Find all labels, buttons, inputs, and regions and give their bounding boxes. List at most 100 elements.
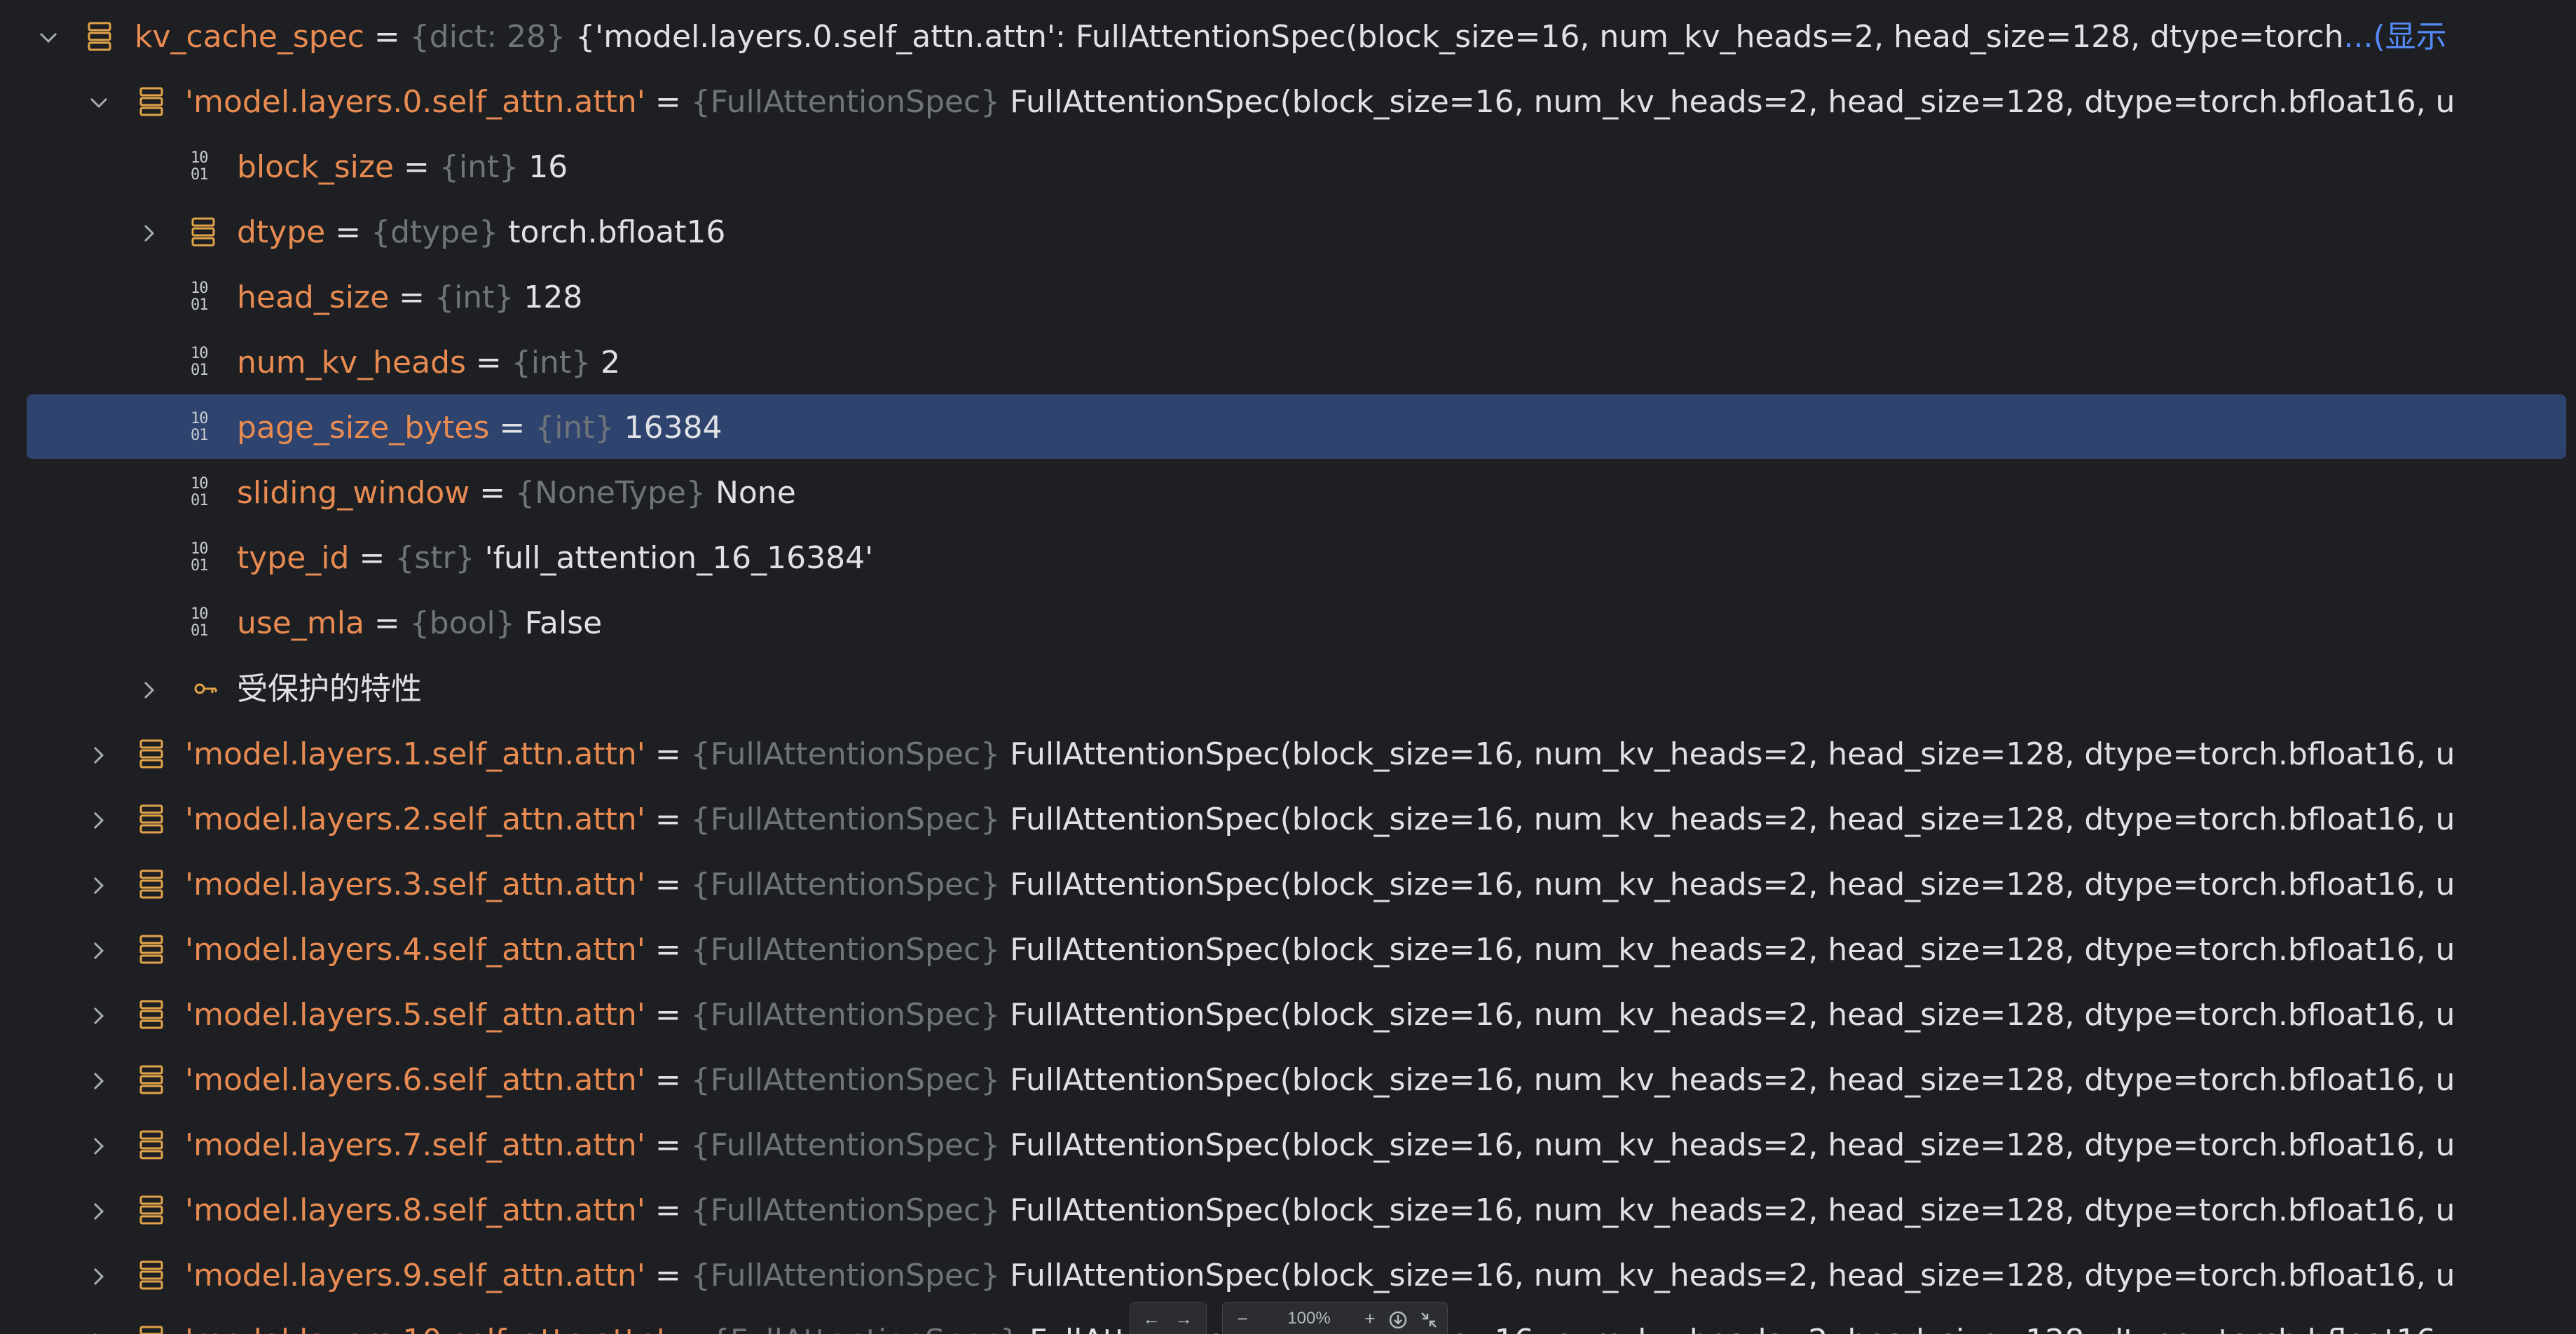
chevron-right-icon[interactable] <box>81 917 116 982</box>
int-field-icon: 10 01 <box>191 345 209 379</box>
variable-name: dtype <box>237 214 326 250</box>
chevron-right-icon[interactable] <box>81 1178 116 1243</box>
plus-icon[interactable]: + <box>1355 1302 1385 1334</box>
variable-value: FullAttentionSpec(block_size=16, num_kv_… <box>1010 1258 2455 1293</box>
equals-sign: = <box>645 1062 691 1098</box>
tree-row-layer-0[interactable]: 'model.layers.0.self_attn.attn' = {FullA… <box>0 69 2576 135</box>
arrow-right-icon[interactable]: → <box>1168 1302 1199 1334</box>
variable-value: FullAttentionSpec(block_size=16, num_kv_… <box>1010 997 2455 1033</box>
variable-value: False <box>524 605 603 641</box>
int-field-icon: 10 01 <box>191 410 209 444</box>
int-field-icon: 10 01 <box>191 280 209 314</box>
collapse-icon[interactable] <box>1413 1302 1444 1334</box>
object-icon <box>139 69 174 135</box>
tree-row-field-type-id[interactable]: 10 01 type_id = {str} 'full_attention_16_1… <box>0 525 2576 591</box>
chevron-right-icon[interactable] <box>81 787 116 852</box>
tree-row-kv-cache-spec[interactable]: kv_cache_spec = {dict: 28} {'model.layer… <box>0 4 2576 69</box>
fit-icon[interactable] <box>1383 1302 1413 1334</box>
tree-row-layer-2[interactable]: 'model.layers.2.self_attn.attn' = {FullA… <box>0 787 2576 852</box>
tree-row-layer-6[interactable]: 'model.layers.6.self_attn.attn' = {FullA… <box>0 1047 2576 1113</box>
variable-value: 2 <box>601 345 621 380</box>
tree-row-protected-attributes[interactable]: 受保护的特性 <box>0 656 2576 722</box>
variable-type: {FullAttentionSpec} <box>690 1062 1001 1098</box>
variable-name: kv_cache_spec <box>135 19 364 55</box>
variable-name: 'model.layers.5.self_attn.attn' <box>185 997 645 1033</box>
equals-sign: = <box>665 1323 711 1334</box>
variable-value: 128 <box>523 280 583 315</box>
equals-sign: = <box>645 1127 691 1163</box>
variable-type: {int} <box>535 410 615 446</box>
variable-value: None <box>715 475 796 511</box>
variable-type: {FullAttentionSpec} <box>690 1258 1001 1293</box>
tree-row-field-sliding-window[interactable]: 10 01 sliding_window = {NoneType} None <box>0 460 2576 525</box>
chevron-right-icon[interactable] <box>132 200 167 265</box>
object-icon <box>139 1178 174 1243</box>
variable-value: torch.bfloat16 <box>508 214 726 250</box>
variable-type: {int} <box>511 345 591 380</box>
key-icon <box>193 656 228 722</box>
variable-name: num_kv_heads <box>237 345 466 380</box>
variable-value: 'full_attention_16_16384' <box>484 540 874 576</box>
chevron-right-icon[interactable] <box>81 1047 116 1113</box>
variable-name: 'model.layers.1.self_attn.attn' <box>185 736 645 772</box>
variable-name: 'model.layers.4.self_attn.attn' <box>185 932 645 968</box>
protected-attributes-label: 受保护的特性 <box>237 671 422 707</box>
chevron-right-icon[interactable] <box>132 656 167 722</box>
tree-row-layer-5[interactable]: 'model.layers.5.self_attn.attn' = {FullA… <box>0 982 2576 1047</box>
object-icon <box>139 787 174 852</box>
variable-name: 'model.layers.10.self_attn.attn' <box>185 1323 665 1334</box>
tree-row-layer-7[interactable]: 'model.layers.7.self_attn.attn' = {FullA… <box>0 1113 2576 1178</box>
tree-row-field-head-size[interactable]: 10 01 head_size = {int} 128 <box>0 265 2576 330</box>
chevron-right-icon[interactable] <box>81 982 116 1047</box>
tree-row-layer-3[interactable]: 'model.layers.3.self_attn.attn' = {FullA… <box>0 852 2576 917</box>
equals-sign: = <box>645 867 691 902</box>
object-icon <box>139 982 174 1047</box>
equals-sign: = <box>645 736 691 772</box>
chevron-right-icon[interactable] <box>81 1243 116 1308</box>
dict-icon <box>87 4 122 69</box>
variable-type: {dtype} <box>371 214 499 250</box>
tree-row-field-block-size[interactable]: 10 01 block_size = {int} 16 <box>0 135 2576 200</box>
chevron-right-icon[interactable] <box>81 1308 116 1334</box>
equals-sign: = <box>489 410 535 446</box>
show-more-link[interactable]: ...(显示 <box>2344 19 2447 55</box>
chevron-right-icon[interactable] <box>81 1113 116 1178</box>
tree-row-field-use-mla[interactable]: 10 01 use_mla = {bool} False <box>0 591 2576 656</box>
variable-type: {int} <box>439 149 519 185</box>
tree-row-layer-9[interactable]: 'model.layers.9.self_attn.attn' = {FullA… <box>0 1243 2576 1308</box>
variable-type: {FullAttentionSpec} <box>690 1192 1001 1228</box>
variable-type: {FullAttentionSpec} <box>690 997 1001 1033</box>
arrow-left-icon[interactable]: ← <box>1136 1302 1167 1334</box>
equals-sign: = <box>645 802 691 837</box>
tree-row-layer-1[interactable]: 'model.layers.1.self_attn.attn' = {FullA… <box>0 722 2576 787</box>
tree-row-field-page-size-bytes[interactable]: 10 01 page_size_bytes = {int} 16384 <box>0 395 2576 460</box>
tree-row-field-num-kv-heads[interactable]: 10 01 num_kv_heads = {int} 2 <box>0 330 2576 395</box>
variable-value: FullAttentionSpec(block_size=16, num_kv_… <box>1010 1062 2455 1098</box>
tree-row-layer-8[interactable]: 'model.layers.8.self_attn.attn' = {FullA… <box>0 1178 2576 1243</box>
equals-sign: = <box>465 345 512 380</box>
equals-sign: = <box>645 84 691 120</box>
equals-sign: = <box>394 149 439 185</box>
variable-value: {'model.layers.0.self_attn.attn': FullAt… <box>575 19 2344 55</box>
variable-type: {FullAttentionSpec} <box>690 1127 1001 1163</box>
tree-row-field-dtype[interactable]: dtype = {dtype} torch.bfloat16 <box>0 200 2576 265</box>
equals-sign: = <box>349 540 395 576</box>
chevron-down-icon[interactable] <box>31 4 66 69</box>
variable-type: {dict: 28} <box>409 19 566 55</box>
variable-name: page_size_bytes <box>237 410 490 446</box>
variable-type: {FullAttentionSpec} <box>690 802 1001 837</box>
int-field-icon: 10 01 <box>191 475 209 509</box>
equals-sign: = <box>389 280 435 315</box>
equals-sign: = <box>645 1192 691 1228</box>
chevron-right-icon[interactable] <box>81 722 116 787</box>
chevron-right-icon[interactable] <box>81 852 116 917</box>
tree-row-layer-4[interactable]: 'model.layers.4.self_attn.attn' = {FullA… <box>0 917 2576 982</box>
minus-icon[interactable]: − <box>1227 1302 1258 1334</box>
chevron-down-icon[interactable] <box>81 69 116 135</box>
variable-value: FullAttentionSpec(block_size=16, num_kv_… <box>1010 867 2455 902</box>
variable-value: 16 <box>528 149 568 185</box>
variable-type: {FullAttentionSpec} <box>711 1323 1020 1334</box>
variable-name: 'model.layers.8.self_attn.attn' <box>185 1192 645 1228</box>
variable-value: FullAttentionSpec(block_size=16, num_kv_… <box>1010 736 2455 772</box>
object-icon <box>139 1243 174 1308</box>
